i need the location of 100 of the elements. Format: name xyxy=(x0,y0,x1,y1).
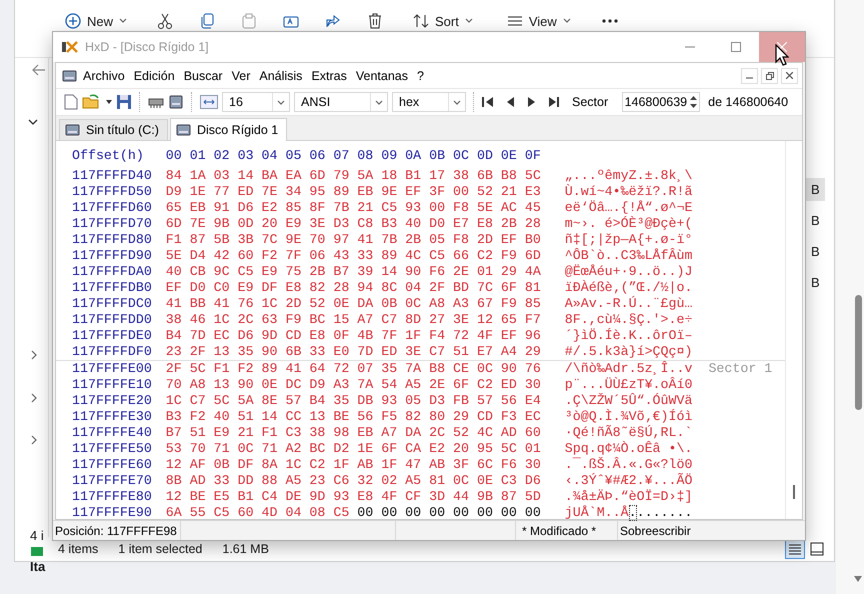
child-restore-button[interactable] xyxy=(761,68,778,84)
caret-icon xyxy=(562,18,571,24)
cut-icon[interactable] xyxy=(157,13,174,29)
sector-boundary-label: Sector 1 xyxy=(708,361,772,377)
child-minimize-button[interactable] xyxy=(741,68,758,84)
offset-label: 117FFFFD50 xyxy=(72,184,152,200)
modified-ascii-text: ·Qé!ñÃ8˜ë§Ú,RL.` xyxy=(564,425,692,441)
modified-ascii-text: .¯.ßŠ.Â.«.G«?lö0 xyxy=(564,457,692,473)
chevron-right-icon[interactable] xyxy=(31,393,37,403)
menu-item[interactable]: ? xyxy=(413,66,428,84)
modified-hex-bytes: 1C C7 5C 5A 8E 57 B4 35 DB 93 05 D3 FB 57 56 E4 xyxy=(166,393,541,409)
chevron-right-icon[interactable] xyxy=(31,435,37,445)
menu-item[interactable]: Extras xyxy=(307,66,351,84)
modified-ascii-text: ³ò@Q.Ì.¾Võ‚€)Íóì xyxy=(564,409,692,425)
modified-ascii-text: .Ç\ZŽW´5Û“.ÓûWVä xyxy=(564,393,692,409)
menu-item[interactable]: Archivo xyxy=(79,66,129,84)
offset-label: 117FFFFDD0 xyxy=(72,312,152,328)
document-tab[interactable]: Disco Rígido 1 xyxy=(170,118,288,141)
offset-label: 117FFFFE80 xyxy=(72,489,152,505)
save-icon[interactable] xyxy=(116,94,132,110)
sector-spin-field[interactable]: 146800639 xyxy=(622,92,700,112)
copy-icon[interactable] xyxy=(199,13,216,29)
restore-icon xyxy=(766,72,774,80)
modified-hex-bytes: F1 87 5B 3B 7C 9E 70 97 41 7B 2B 05 F8 2D EF B0 xyxy=(166,232,541,248)
modified-hex-bytes: 5E D4 42 60 F2 7F 06 43 33 89 4C C5 66 C2 F9 6D xyxy=(166,248,541,264)
column-header: 08 xyxy=(357,148,374,165)
modified-hex-bytes: 53 70 71 0C 71 A2 BC D2 1E 6F CA E2 20 95 5C 01 xyxy=(166,441,541,457)
child-close-button[interactable] xyxy=(781,68,798,84)
spin-arrows-icon xyxy=(689,94,698,110)
offset-header: Offset(h) xyxy=(72,148,145,165)
offset-label: 117FFFFD70 xyxy=(72,216,152,232)
modified-hex-bytes: 41 BB 41 76 1C 2D 52 0E DA 0B 0C A8 A3 67 F9 85 xyxy=(166,296,541,312)
view-button[interactable]: View xyxy=(502,11,575,31)
menu-item[interactable]: Análisis xyxy=(255,66,306,84)
tiles-view-icon[interactable] xyxy=(808,540,826,558)
menu-item[interactable]: Ver xyxy=(228,66,254,84)
paste-icon[interactable] xyxy=(241,13,258,29)
selection-text: 1 item selected xyxy=(118,542,202,556)
share-icon[interactable] xyxy=(325,13,342,29)
modified-hex-bytes: B4 7D EC D6 9D CD E8 0F 4B 7F 1F F4 72 4F EF 96 xyxy=(166,328,541,344)
modified-ascii-text: eë‘Öâ….{!Å“.ø^¬E xyxy=(564,200,692,216)
charset-dropdown[interactable]: ANSI xyxy=(294,92,388,112)
caret-icon xyxy=(277,100,285,104)
window-title: HxD - [Disco Rígido 1] xyxy=(85,40,209,54)
modified-hex-bytes: 12 AF 0B DF 8A 1C C2 1F AB 1F 47 AB 3F 6C F6 30 xyxy=(166,457,541,473)
modified-hex-bytes: D9 1E 77 ED 7E 34 95 89 EB 9E EF 3F 00 52 21 E3 xyxy=(166,184,541,200)
caret-icon xyxy=(375,100,383,104)
scrollbar-thumb[interactable] xyxy=(855,295,862,410)
offset-label: 117FFFFE40 xyxy=(72,425,152,441)
offset-label: 117FFFFDA0 xyxy=(72,264,152,280)
column-width-icon[interactable] xyxy=(200,95,218,109)
new-file-icon[interactable] xyxy=(64,94,78,110)
column-header: 0F xyxy=(524,148,541,165)
delete-icon[interactable] xyxy=(367,13,384,29)
modified-ascii-text: „...ºêmyZ.±.8k¸\ xyxy=(564,168,692,184)
modified-hex-bytes: 12 BE E5 B1 C4 DE 9D 93 E8 4F CF 3D 44 9B 87 5D xyxy=(166,489,541,505)
modified-ascii-text: A»Av.-R.Ú..¨£gù… xyxy=(564,296,692,312)
mode-status: Sobreescribir xyxy=(619,522,692,540)
modified-hex-bytes: 38 46 1C 2C 63 F9 BC 15 A7 C7 8D 27 3E 12 65 F7 xyxy=(166,312,541,328)
offset-label: 117FFFFD90 xyxy=(72,248,152,264)
bytes-per-row-dropdown[interactable]: 16 xyxy=(222,92,290,112)
more-icon[interactable] xyxy=(600,18,619,24)
display-mode-dropdown[interactable]: hex xyxy=(392,92,466,112)
caret-icon[interactable] xyxy=(106,100,112,104)
new-button[interactable]: New xyxy=(61,11,132,31)
file-icon xyxy=(31,547,43,556)
last-page-icon[interactable] xyxy=(548,96,560,108)
size-text: B xyxy=(810,243,821,261)
column-header: 0E xyxy=(500,148,517,165)
offset-label: 117FFFFE10 xyxy=(72,377,152,393)
chevron-down-icon[interactable] xyxy=(28,119,38,125)
modified-hex-bytes: B7 51 E9 21 F1 C3 38 98 EB A7 DA 2C 52 4C AD 60 xyxy=(166,425,541,441)
modified-hex-bytes: B3 F2 40 51 14 CC 13 BE 56 F5 82 80 29 CD F3 EC xyxy=(166,409,541,425)
offset-label: 117FFFFE70 xyxy=(72,473,152,489)
offset-label: 117FFFFD80 xyxy=(72,232,152,248)
document-tab[interactable]: Sin título (C:) xyxy=(59,119,168,140)
menu-item[interactable]: Edición xyxy=(130,66,179,84)
modified-hex-bytes: 70 A8 13 90 0E DC D9 A3 7A 54 A5 2E 6F C2 ED 30 xyxy=(166,377,541,393)
column-header: 0D xyxy=(476,148,493,165)
column-header: 03 xyxy=(238,148,254,165)
modified-ascii-text: ^ÔB`ò..C3‰LÅfÂùm xyxy=(564,248,692,264)
scroll-down-arrow-icon[interactable] xyxy=(854,576,862,582)
column-header: 04 xyxy=(262,148,278,165)
sort-button[interactable]: Sort xyxy=(409,11,477,31)
sector-label: Sector xyxy=(572,95,608,109)
scrollbar-thumb[interactable] xyxy=(793,485,795,499)
details-view-icon[interactable] xyxy=(786,540,804,558)
back-arrow-icon[interactable] xyxy=(32,64,46,76)
close-button[interactable] xyxy=(759,32,805,62)
modified-ascii-text: #/.5.k3à}í>ÇQç¤) xyxy=(564,344,692,360)
sector-total-label: de 146800640 xyxy=(708,95,788,109)
menu-item[interactable]: Buscar xyxy=(180,66,227,84)
chevron-right-icon[interactable] xyxy=(31,350,37,360)
offset-label: 117FFFFE60 xyxy=(72,457,152,473)
modified-ascii-text: ñ‡[;|žp—A{+.ø-ï° xyxy=(564,232,692,248)
hex-bytes: 00 00 00 00 00 00 00 00 xyxy=(357,505,541,521)
menu-item[interactable]: Ventanas xyxy=(352,66,412,84)
caret-icon xyxy=(119,18,128,24)
modified-hex-bytes: 65 EB 91 D6 E2 85 8F 7B 21 C5 93 00 F8 5E AC 45 xyxy=(166,200,541,216)
first-page-icon[interactable] xyxy=(482,96,494,108)
